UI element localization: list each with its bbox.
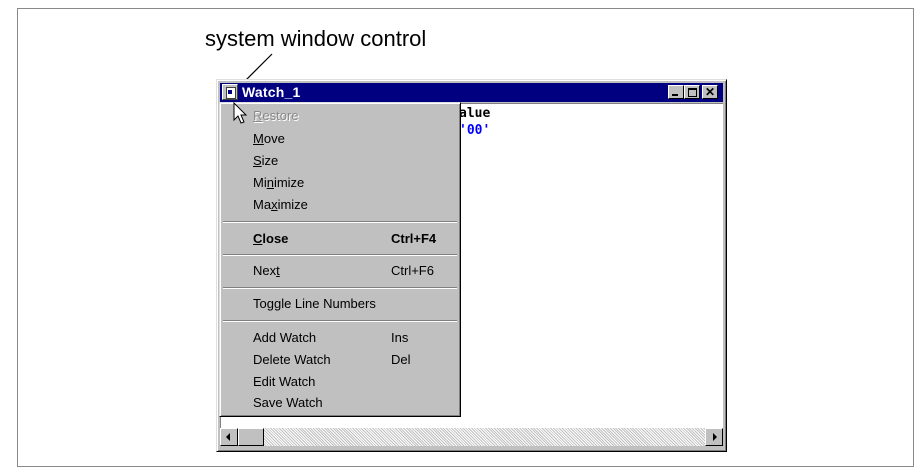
- watch-value: '00': [459, 123, 491, 138]
- menu-item-size[interactable]: Size: [253, 153, 278, 168]
- menu-item-minimize[interactable]: Minimize: [253, 175, 304, 190]
- menu-shortcut-close: Ctrl+F4: [391, 231, 437, 246]
- menu-item-add-watch[interactable]: Add Watch: [253, 330, 316, 345]
- menu-item-edit-watch[interactable]: Edit Watch: [253, 374, 315, 389]
- menu-item-next[interactable]: Next: [253, 263, 280, 278]
- maximize-button[interactable]: [684, 85, 700, 99]
- menu-item-close[interactable]: Close: [253, 231, 288, 246]
- scroll-right-button[interactable]: [705, 428, 723, 446]
- window-title: Watch_1: [242, 84, 301, 100]
- horizontal-scrollbar[interactable]: [220, 428, 723, 446]
- menu-item-restore[interactable]: Restore: [253, 108, 299, 123]
- scroll-thumb[interactable]: [238, 428, 264, 446]
- menu-separator: [223, 221, 457, 223]
- menu-item-toggle-line-numbers[interactable]: Toggle Line Numbers: [253, 296, 376, 311]
- value-column-header: alue: [459, 106, 491, 121]
- title-bar[interactable]: Watch_1 ✕: [220, 83, 723, 102]
- figure-caption: system window control: [205, 26, 427, 51]
- mouse-pointer-icon: [233, 102, 248, 124]
- menu-item-delete-watch[interactable]: Delete Watch: [253, 352, 331, 367]
- menu-shortcut-next: Ctrl+F6: [391, 263, 434, 278]
- menu-item-maximize[interactable]: Maximize: [253, 197, 308, 212]
- close-button[interactable]: ✕: [702, 85, 718, 99]
- minimize-button[interactable]: [668, 85, 684, 99]
- scroll-left-button[interactable]: [220, 428, 238, 446]
- menu-item-move[interactable]: Move: [253, 131, 285, 146]
- menu-separator: [223, 287, 457, 289]
- menu-separator: [223, 254, 457, 256]
- menu-item-save-watch[interactable]: Save Watch: [253, 395, 323, 410]
- system-menu: Restore Move Size Minimize Maximize Clos…: [219, 102, 461, 417]
- menu-shortcut-add-watch: Ins: [391, 330, 409, 345]
- system-menu-icon[interactable]: [222, 84, 238, 100]
- menu-separator: [223, 320, 457, 322]
- menu-shortcut-delete-watch: Del: [391, 352, 411, 367]
- close-icon: ✕: [704, 85, 716, 99]
